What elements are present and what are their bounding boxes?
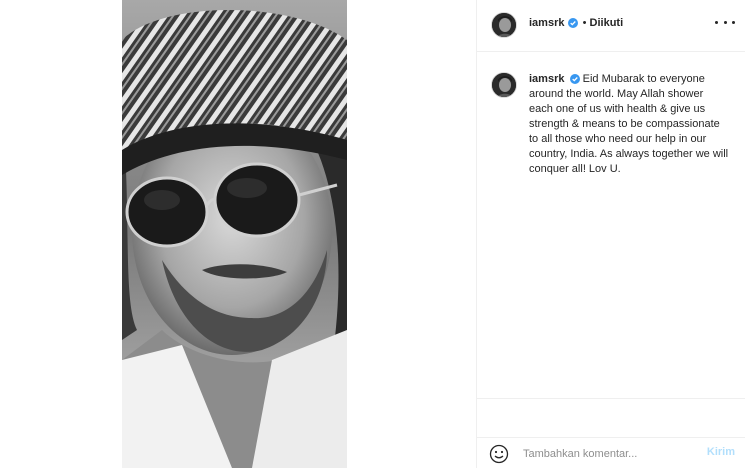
- post-header: iamsrk • Diikuti: [477, 0, 745, 52]
- header-username[interactable]: iamsrk: [529, 17, 564, 29]
- submit-comment-button[interactable]: Kirim: [707, 446, 735, 458]
- more-options-icon[interactable]: [715, 14, 735, 30]
- dot: [723, 20, 727, 24]
- post-caption: iamsrk Eid Mubarak to everyone around th…: [529, 72, 729, 177]
- portrait-illustration: [122, 0, 347, 468]
- post-media-panel: [0, 0, 477, 468]
- header-separator: •: [582, 17, 587, 29]
- caption-username[interactable]: iamsrk: [529, 73, 564, 85]
- dot: [732, 20, 735, 24]
- header-author-line: iamsrk • Diikuti: [529, 16, 623, 30]
- post-photo[interactable]: [122, 0, 347, 468]
- avatar-image: [492, 13, 516, 37]
- post-sidebar: iamsrk • Diikuti iamsrk Eid Mubarak to e…: [477, 0, 745, 468]
- verified-badge-icon: [569, 74, 580, 85]
- follow-status-button[interactable]: Diikuti: [590, 17, 624, 29]
- instagram-post: iamsrk • Diikuti iamsrk Eid Mubarak to e…: [0, 0, 745, 468]
- comment-input[interactable]: [523, 445, 693, 463]
- author-avatar[interactable]: [491, 12, 517, 38]
- avatar-image: [492, 73, 516, 97]
- caption-text: Eid Mubarak to everyone around the world…: [529, 73, 729, 175]
- divider: [477, 398, 745, 399]
- verified-badge-icon: [567, 18, 578, 29]
- dot: [715, 20, 718, 24]
- caption-author-avatar[interactable]: [491, 72, 517, 98]
- emoji-icon[interactable]: [489, 444, 509, 464]
- add-comment-bar: Kirim: [477, 437, 745, 468]
- comments-area: iamsrk Eid Mubarak to everyone around th…: [477, 53, 745, 438]
